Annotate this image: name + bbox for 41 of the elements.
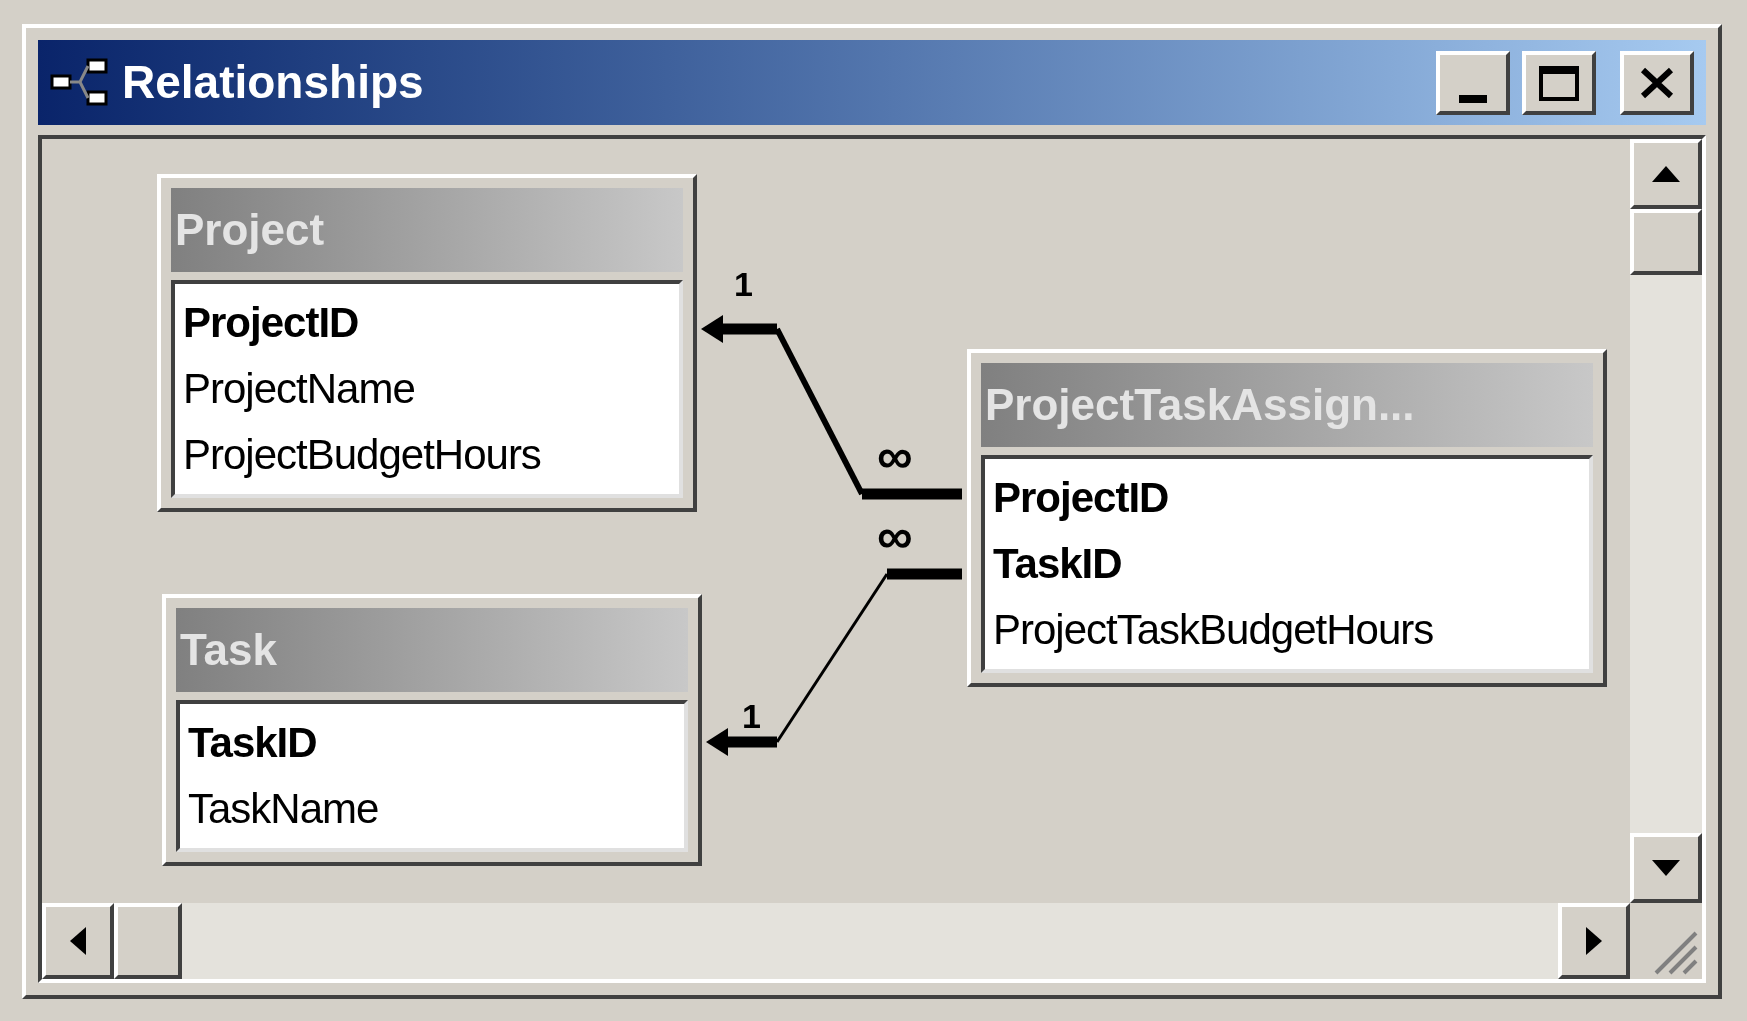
relationships-icon <box>50 57 110 108</box>
many-side-label: ∞ <box>877 431 913 481</box>
right-arrow-icon <box>1586 927 1602 955</box>
table-card[interactable]: ProjectTaskAssign... ProjectID TaskID ProjectTaskBudgetHours <box>967 349 1607 687</box>
field-name[interactable]: TaskID <box>993 531 1581 597</box>
minimize-button[interactable] <box>1436 50 1510 115</box>
field-name[interactable]: TaskName <box>188 776 676 842</box>
down-arrow-icon <box>1652 860 1680 876</box>
field-name[interactable]: TaskID <box>188 710 676 776</box>
scroll-up-button[interactable] <box>1630 139 1702 209</box>
up-arrow-icon <box>1652 166 1680 182</box>
table-card[interactable]: Project ProjectID ProjectName ProjectBudgetHours <box>157 174 697 512</box>
resize-grip-icon <box>1652 929 1698 975</box>
scroll-left-button[interactable] <box>42 903 114 979</box>
field-name[interactable]: ProjectBudgetHours <box>183 422 671 488</box>
table-title: Task <box>176 608 688 692</box>
scroll-right-button[interactable] <box>1558 903 1630 979</box>
relationship-line[interactable] <box>701 315 962 500</box>
one-side-label: 1 <box>734 267 753 301</box>
table-card[interactable]: Task TaskID TaskName <box>162 594 702 866</box>
table-title: ProjectTaskAssign... <box>981 363 1593 447</box>
field-name[interactable]: ProjectTaskBudgetHours <box>993 597 1581 663</box>
table-title: Project <box>171 188 683 272</box>
window-title: Relationships <box>122 55 425 110</box>
field-name[interactable]: ProjectName <box>183 356 671 422</box>
maximize-icon <box>1539 64 1579 101</box>
scroll-thumb[interactable] <box>1630 209 1702 275</box>
scroll-thumb[interactable] <box>114 903 182 979</box>
many-side-label: ∞ <box>877 511 913 561</box>
field-name[interactable]: ProjectID <box>993 465 1581 531</box>
close-icon <box>1640 66 1674 99</box>
scroll-down-button[interactable] <box>1630 833 1702 903</box>
vertical-scrollbar[interactable] <box>1630 139 1702 903</box>
minimize-icon <box>1459 94 1487 103</box>
field-name[interactable]: ProjectID <box>183 290 671 356</box>
maximize-button[interactable] <box>1522 50 1596 115</box>
close-button[interactable] <box>1620 50 1694 115</box>
relationship-line[interactable] <box>706 568 962 756</box>
left-arrow-icon <box>70 927 86 955</box>
one-side-label: 1 <box>742 699 761 733</box>
horizontal-scrollbar[interactable] <box>42 903 1630 979</box>
